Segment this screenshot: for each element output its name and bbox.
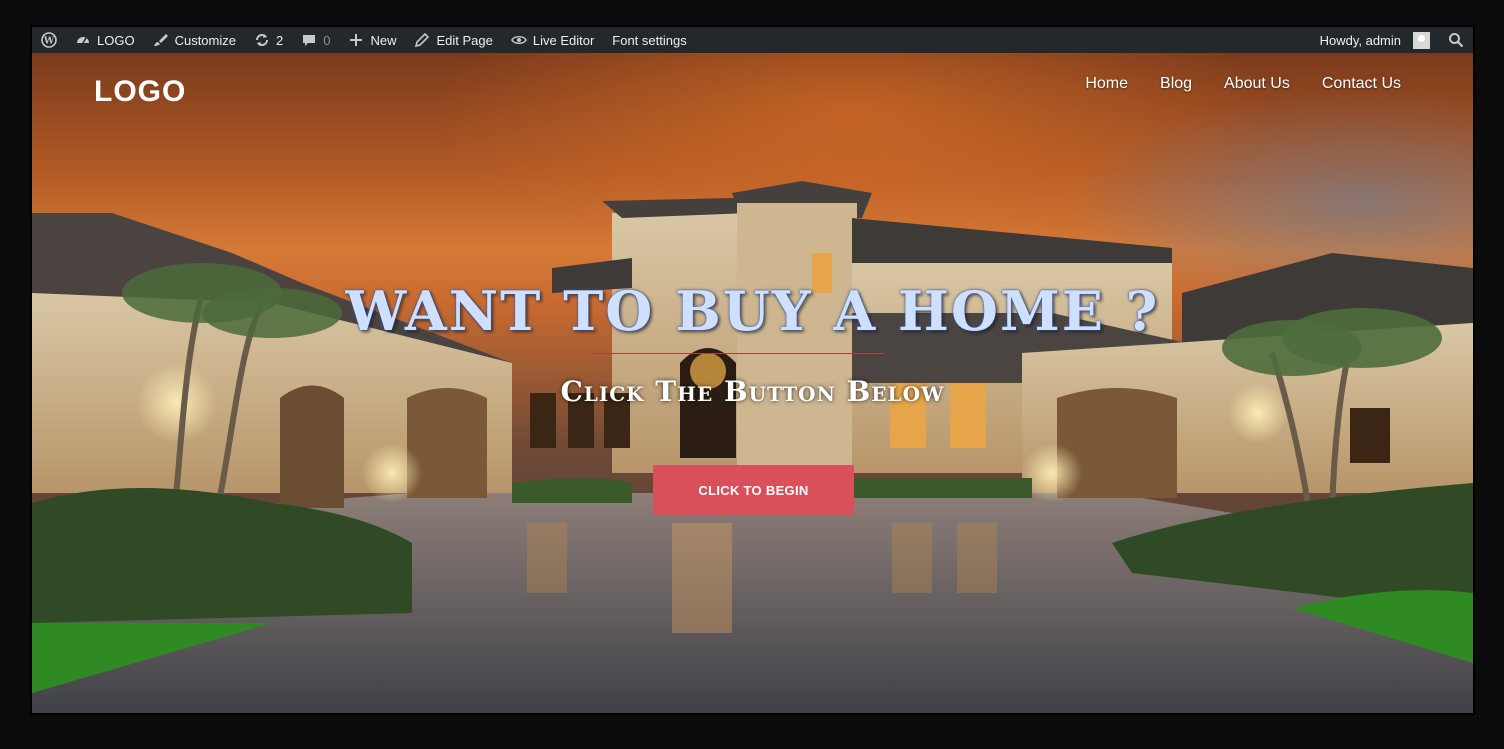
live-editor-link[interactable]: Live Editor: [502, 27, 603, 53]
updates-count: 2: [276, 32, 284, 48]
avatar: [1413, 31, 1430, 49]
customize-label: Customize: [174, 32, 236, 48]
comments-link[interactable]: 0: [292, 27, 339, 53]
brush-icon: [153, 32, 169, 48]
wordpress-icon: W: [41, 32, 57, 48]
browser-viewport: W LOGO Customize 2 0 New Edit Page Live …: [32, 27, 1473, 713]
wp-admin-bar: W LOGO Customize 2 0 New Edit Page Live …: [32, 27, 1473, 53]
hero-headline: Want to Buy a Home ?: [345, 279, 1160, 343]
edit-page-link[interactable]: Edit Page: [405, 27, 501, 53]
live-editor-label: Live Editor: [532, 32, 595, 48]
nav-home[interactable]: Home: [1085, 75, 1128, 93]
nav-blog[interactable]: Blog: [1160, 75, 1192, 93]
search-icon: [1448, 32, 1464, 48]
svg-text:W: W: [43, 37, 55, 47]
nav-contact-us[interactable]: Contact Us: [1322, 75, 1401, 93]
dashboard-icon: [75, 32, 91, 48]
headline-divider: [592, 353, 884, 354]
font-settings-link[interactable]: Font settings: [603, 27, 695, 53]
admin-search[interactable]: [1439, 27, 1473, 53]
comments-count: 0: [323, 32, 331, 48]
howdy-label: Howdy, admin: [1319, 32, 1401, 48]
hero-subheadline: Click The Button Below: [560, 375, 945, 408]
font-settings-label: Font settings: [612, 32, 687, 48]
wp-logo-menu[interactable]: W: [32, 27, 66, 53]
edit-page-label: Edit Page: [436, 32, 493, 48]
plus-icon: [348, 32, 364, 48]
site-logo[interactable]: LOGO: [94, 75, 186, 109]
site-name-menu[interactable]: LOGO: [66, 27, 144, 53]
nav-about-us[interactable]: About Us: [1224, 75, 1290, 93]
my-account-menu[interactable]: Howdy, admin: [1311, 27, 1439, 53]
site-name-label: LOGO: [97, 32, 135, 48]
hero-section: LOGO Home Blog About Us Contact Us Want …: [32, 53, 1473, 713]
admin-bar-secondary: Howdy, admin: [1311, 27, 1473, 53]
updates-icon: [254, 32, 270, 48]
click-to-begin-button[interactable]: CLICK TO BEGIN: [653, 465, 854, 515]
main-navigation: Home Blog About Us Contact Us: [1085, 75, 1401, 93]
new-label: New: [370, 32, 397, 48]
comment-icon: [301, 32, 317, 48]
eye-icon: [510, 32, 527, 48]
new-content-menu[interactable]: New: [339, 27, 405, 53]
pencil-icon: [414, 32, 430, 48]
customize-link[interactable]: Customize: [144, 27, 245, 53]
updates-link[interactable]: 2: [245, 27, 292, 53]
